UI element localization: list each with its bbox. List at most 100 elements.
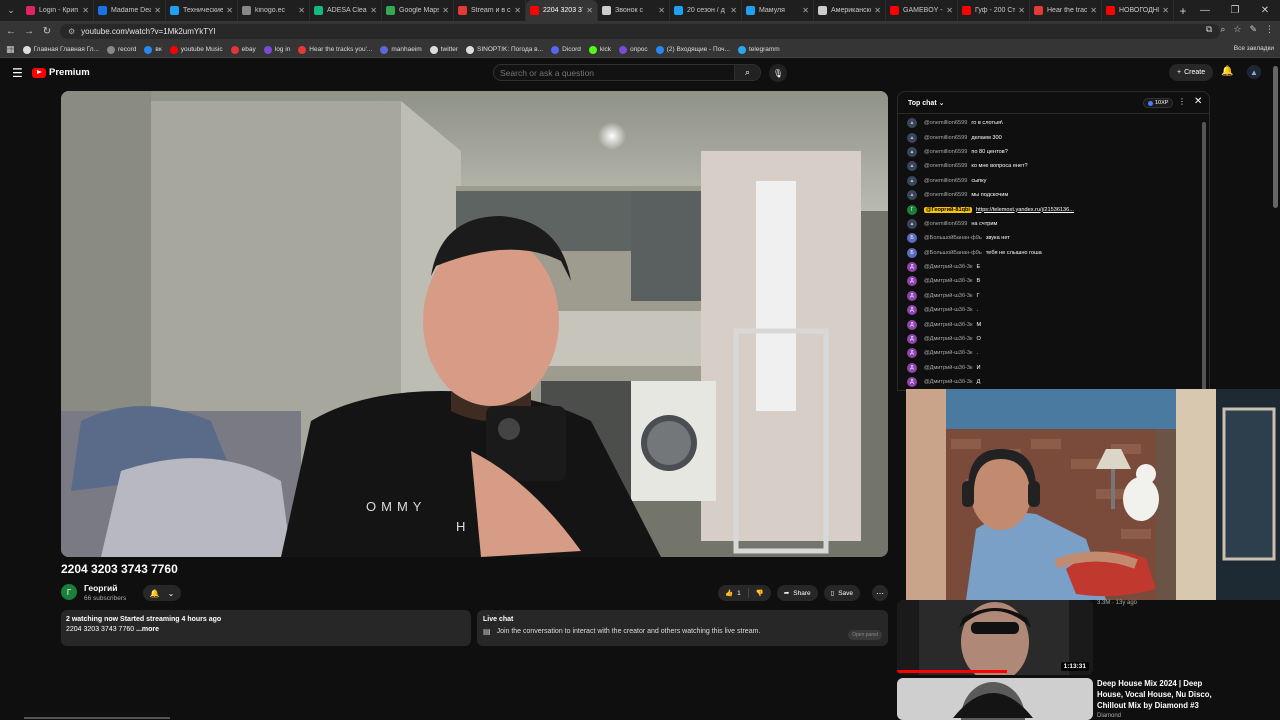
browser-tab[interactable]: Технические ✕	[166, 0, 238, 21]
browser-tab[interactable]: kinogo.ec ✕	[238, 0, 310, 21]
bookmark-item[interactable]: telegramm	[737, 45, 780, 54]
chat-menu-icon[interactable]: ⋮	[1178, 97, 1186, 106]
browser-tab[interactable]: Звонок с ✕	[598, 0, 670, 21]
recommendation-thumbnail[interactable]	[897, 678, 1093, 720]
chat-avatar[interactable]: Д	[907, 305, 917, 316]
bookmark-item[interactable]: опрос	[619, 45, 648, 54]
chat-avatar[interactable]: Д	[907, 262, 917, 273]
tab-close-icon[interactable]: ✕	[298, 6, 305, 15]
chat-author[interactable]: @onemillion6599	[924, 221, 967, 227]
video-player[interactable]: OMMY H	[61, 91, 888, 557]
chat-avatar[interactable]: Д	[907, 290, 917, 301]
chat-message[interactable]: ▲ @onemillion6599 ко мне вопроса енет?	[898, 159, 1198, 173]
chat-message[interactable]: ▲ @onemillion6599 го в слотыя\	[898, 116, 1198, 130]
close-window-icon[interactable]: ✕	[1250, 0, 1280, 21]
browser-tab[interactable]: Hear the trac ✕	[1030, 0, 1102, 21]
browser-tab[interactable]: Гуф - 200 Ст ✕	[958, 0, 1030, 21]
open-panel-button[interactable]: Open panel	[848, 630, 882, 640]
reload-icon[interactable]: ↻	[38, 26, 56, 37]
chat-author[interactable]: @Дмитрий-ш3б-3к	[924, 307, 972, 313]
recommendation-channel[interactable]: Diamond	[1097, 713, 1121, 719]
minimize-icon[interactable]: —	[1190, 0, 1220, 21]
browser-tab[interactable]: НОВОГОДНИ ✕	[1102, 0, 1174, 21]
chat-author[interactable]: @onemillion6599	[924, 149, 967, 155]
xp-badge[interactable]: 10XP	[1143, 98, 1174, 108]
back-icon[interactable]: ←	[2, 26, 20, 37]
recommendation-title[interactable]: Deep House Mix 2024 | Deep House, Vocal …	[1097, 678, 1227, 711]
chat-avatar[interactable]: ▲	[907, 132, 917, 143]
chat-avatar[interactable]: ▲	[907, 161, 917, 172]
notifications-bell-icon[interactable]: 🔔	[1221, 66, 1233, 77]
tab-close-icon[interactable]: ✕	[658, 6, 665, 15]
chat-avatar[interactable]: Г	[907, 204, 917, 215]
apps-grid-icon[interactable]: ▦	[6, 44, 15, 55]
tab-close-icon[interactable]: ✕	[946, 6, 953, 15]
page-scrollbar[interactable]	[1273, 66, 1278, 208]
notifications-button[interactable]: 🔔 ⌄	[143, 585, 181, 601]
chat-author[interactable]: @onemillion6599	[924, 192, 967, 198]
extension-icon[interactable]: ✎	[1249, 24, 1257, 35]
bookmark-star-icon[interactable]: ☆	[1233, 24, 1241, 35]
tab-close-icon[interactable]: ✕	[730, 6, 737, 15]
close-icon[interactable]: ✕	[1194, 96, 1202, 107]
chat-message[interactable]: Б @БольшойБанан-ф9ь тебя не слышно гоша	[898, 246, 1198, 260]
bookmark-item[interactable]: youtube Music	[169, 45, 223, 54]
chat-avatar[interactable]: ▲	[907, 218, 917, 229]
tab-close-icon[interactable]: ✕	[1018, 6, 1025, 15]
menu-icon[interactable]: ☰	[12, 66, 23, 80]
chat-author[interactable]: @Дмитрий-ш3б-3к	[924, 350, 972, 356]
all-bookmarks-button[interactable]: Все закладки	[1234, 45, 1274, 52]
browser-tab[interactable]: Американско ✕	[814, 0, 886, 21]
chat-avatar[interactable]: ▲	[907, 146, 917, 157]
chat-author[interactable]: @onemillion6599	[924, 135, 967, 141]
browser-menu-icon[interactable]: ⋮	[1265, 24, 1274, 35]
account-avatar[interactable]: ▲	[1247, 65, 1261, 79]
more-actions-button[interactable]: ⋯	[872, 585, 888, 601]
bookmark-item[interactable]: SINOPTIK: Погода в...	[466, 45, 543, 54]
browser-tab[interactable]: Madame Dea ✕	[94, 0, 166, 21]
mic-icon[interactable]: 🎙	[769, 64, 787, 82]
tab-close-icon[interactable]: ✕	[82, 6, 89, 15]
bookmark-item[interactable]: ebay	[230, 45, 256, 54]
tab-close-icon[interactable]: ✕	[586, 6, 593, 15]
chat-author[interactable]: @БольшойБанан-ф9ь	[924, 250, 982, 256]
chat-message[interactable]: Д @Дмитрий-ш3б-3к.	[898, 346, 1198, 360]
like-button[interactable]: 👍 1	[725, 589, 741, 598]
chat-message[interactable]: Д @Дмитрий-ш3б-3к Д	[898, 375, 1198, 389]
chat-author[interactable]: @Дмитрий-ш3б-3к	[924, 336, 972, 342]
url-field[interactable]: ⚙ youtube.com/watch?v=1Mk2umYkTYI	[60, 24, 1220, 39]
chat-author[interactable]: @Дмитрий-ш3б-3к	[924, 293, 972, 299]
chat-author[interactable]: @Дмитрий-ш3б-3к	[924, 278, 972, 284]
chat-message[interactable]: ▲ @onemillion6599 делаем 300	[898, 130, 1198, 144]
chat-avatar[interactable]: Д	[907, 377, 917, 388]
chat-message[interactable]: ▲ @onemillion6599 мы подскочим	[898, 188, 1198, 202]
bookmark-item[interactable]: log in	[263, 45, 290, 54]
chat-message[interactable]: ▲ @onemillion6599 по 80 центов?	[898, 145, 1198, 159]
chat-author[interactable]: @onemillion6599	[924, 163, 967, 169]
bookmark-item[interactable]: (2) Входящие - Поч...	[655, 45, 730, 54]
chat-author[interactable]: @Дмитрий-ш3б-3к	[924, 264, 972, 270]
bookmark-item[interactable]: record	[106, 45, 136, 54]
description-box[interactable]: 2 watching now Started streaming 4 hours…	[61, 610, 471, 646]
chat-avatar[interactable]: Д	[907, 319, 917, 330]
chat-avatar[interactable]: ▲	[907, 118, 917, 129]
bookmark-item[interactable]: kick	[588, 45, 611, 54]
chat-author[interactable]: @Георгий-81qbi	[924, 206, 972, 213]
bookmark-item[interactable]: twitter	[429, 45, 458, 54]
chat-author[interactable]: @Дмитрий-ш3б-3к	[924, 379, 972, 385]
tab-close-icon[interactable]: ✕	[226, 6, 233, 15]
chat-avatar[interactable]: Д	[907, 362, 917, 373]
chat-avatar[interactable]: ▲	[907, 175, 917, 186]
chat-avatar[interactable]: Д	[907, 348, 917, 359]
tab-close-icon[interactable]: ✕	[1090, 6, 1097, 15]
chat-scrollbar[interactable]	[1202, 122, 1206, 390]
dislike-button[interactable]: 👎	[756, 589, 764, 597]
tab-close-icon[interactable]: ✕	[154, 6, 161, 15]
browser-tab[interactable]: 20 сезон / д ✕	[670, 0, 742, 21]
chat-message[interactable]: Д @Дмитрий-ш3б-3к Г	[898, 289, 1198, 303]
bookmark-item[interactable]: Главная Главная Гл...	[22, 45, 99, 54]
browser-tab[interactable]: Google Maps ✕	[382, 0, 454, 21]
recommendation-thumbnail[interactable]: 1:13:31	[897, 600, 1093, 675]
tab-close-icon[interactable]: ✕	[370, 6, 377, 15]
browser-tab[interactable]: Stream и в сп ✕	[454, 0, 526, 21]
